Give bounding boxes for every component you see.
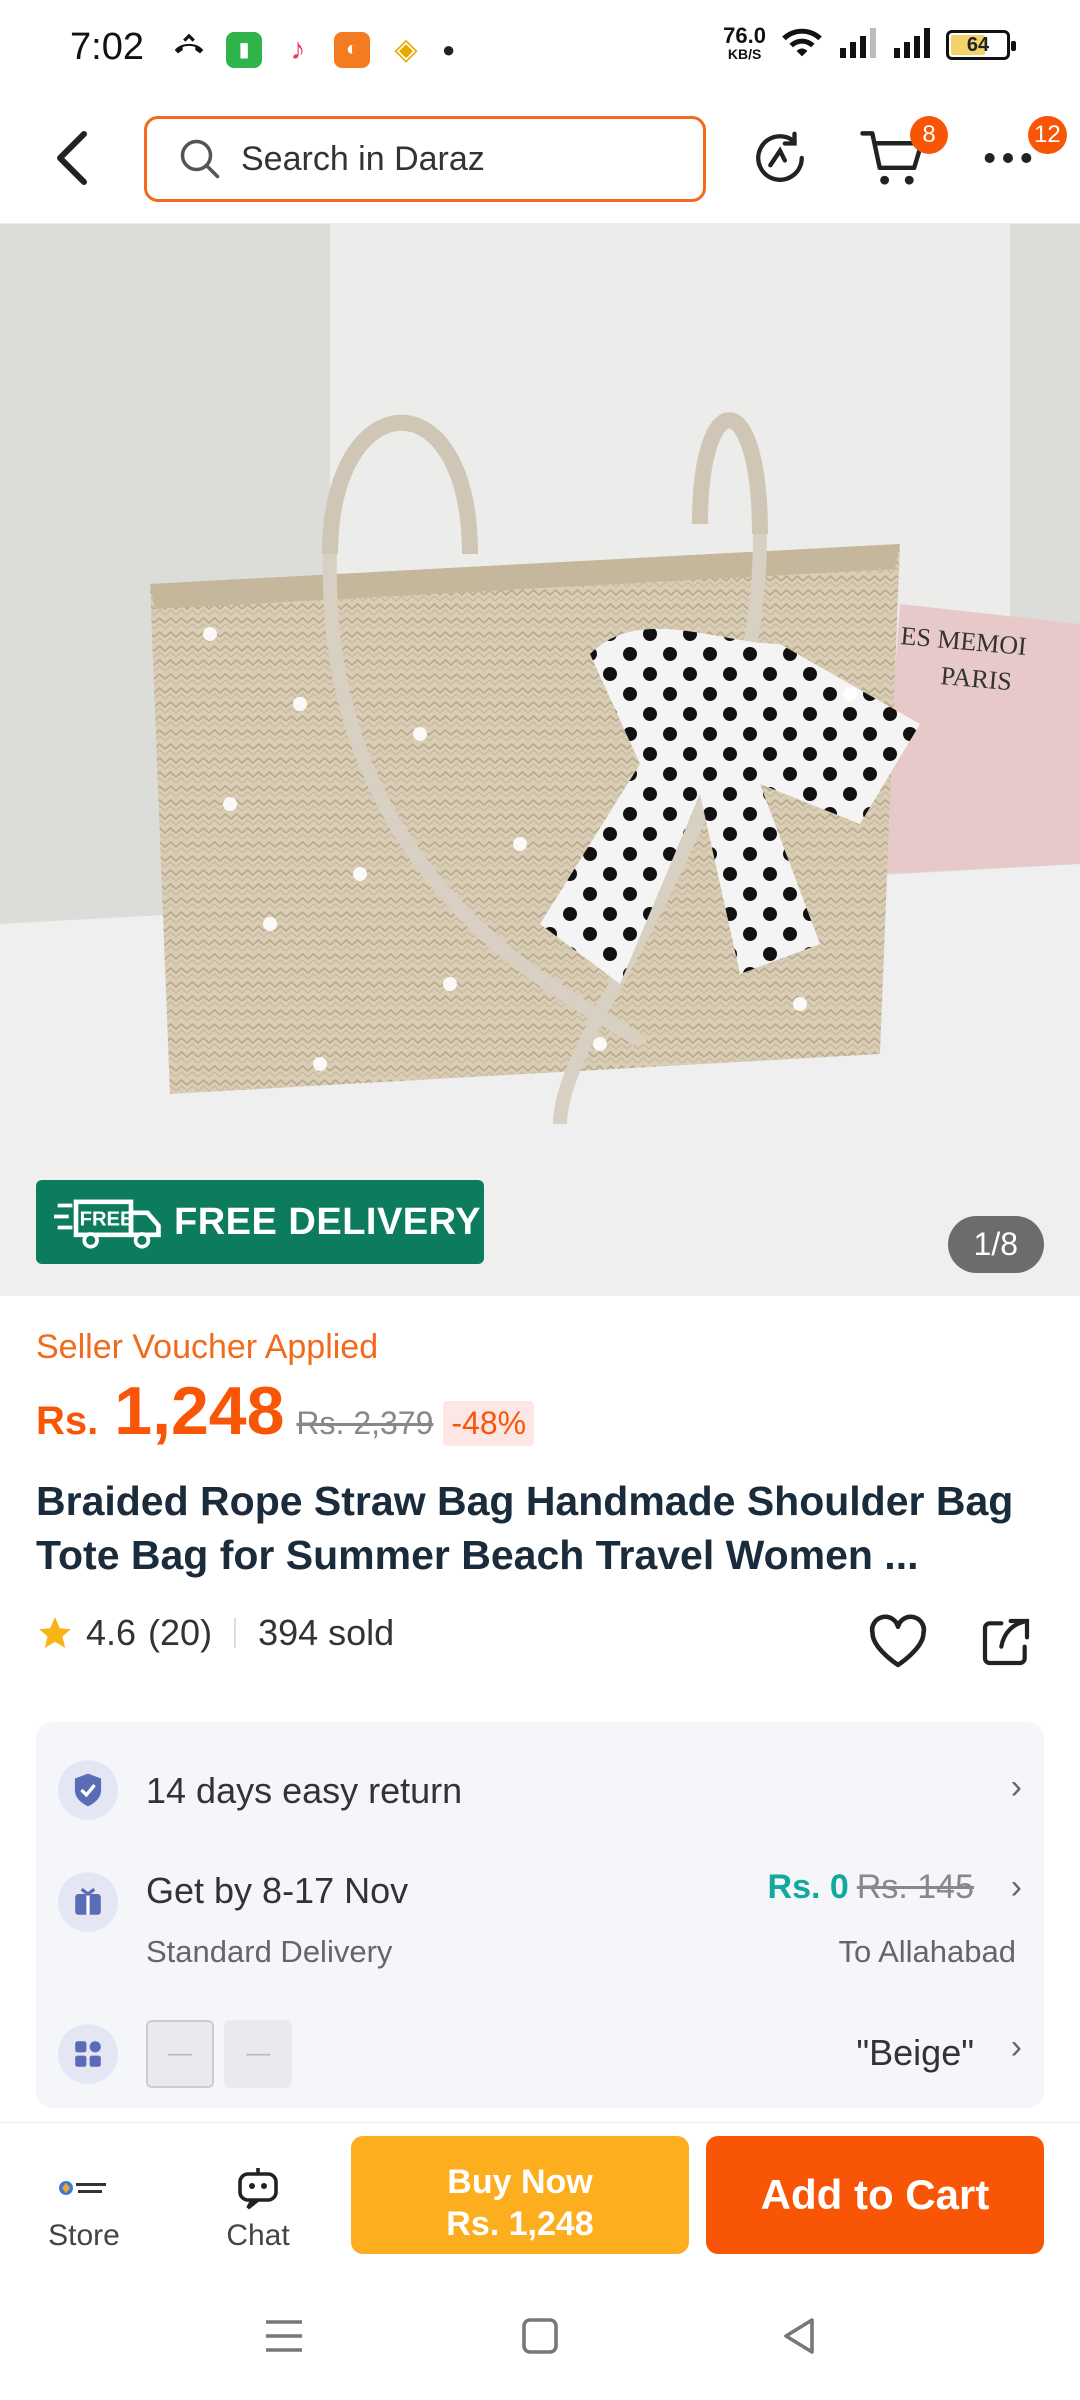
shipping-fee-original: Rs. 145 bbox=[856, 1868, 974, 1906]
return-policy-label: 14 days easy return bbox=[146, 1770, 463, 1811]
share-button[interactable] bbox=[970, 1606, 1042, 1678]
share-icon bbox=[982, 1618, 1030, 1666]
chat-button[interactable]: Chat bbox=[188, 2163, 328, 2253]
original-price: Rs. 2,379 bbox=[296, 1405, 434, 1441]
buy-now-button[interactable]: Buy Now Rs. 1,248 bbox=[351, 2136, 689, 2254]
history-icon bbox=[756, 131, 804, 182]
return-shield-icon bbox=[58, 1760, 118, 1820]
delivery-box-icon bbox=[58, 1872, 118, 1932]
chevron-right-icon: › bbox=[1010, 1868, 1022, 1906]
notification-icons: ▮ ♪ ◐ ◈ ● bbox=[170, 28, 455, 71]
history-button[interactable] bbox=[744, 122, 816, 194]
add-to-cart-button[interactable]: Add to Cart bbox=[706, 2136, 1044, 2254]
product-photo: ES MEMOI PARIS bbox=[0, 224, 1080, 1296]
more-badge: 12 bbox=[1028, 116, 1067, 154]
free-delivery-label: FREE DELIVERY bbox=[174, 1200, 482, 1243]
heart-icon bbox=[869, 1614, 927, 1668]
buy-now-label: Buy Now bbox=[447, 2163, 593, 2201]
system-nav-bar bbox=[0, 2272, 1080, 2400]
cart-badge: 8 bbox=[910, 116, 948, 154]
delivery-type: Standard Delivery bbox=[146, 1934, 393, 1969]
cart-button[interactable]: 8 bbox=[856, 116, 948, 194]
variant-thumbnail[interactable]: — bbox=[224, 2020, 292, 2088]
delivery-destination: To Allahabad bbox=[838, 1934, 1016, 1969]
price-currency: Rs. bbox=[36, 1399, 99, 1443]
chat-label: Chat bbox=[226, 2219, 290, 2252]
store-label: Store bbox=[48, 2219, 120, 2252]
rating-count: (20) bbox=[148, 1612, 213, 1653]
delivery-truck-icon: FREE bbox=[54, 1199, 161, 1249]
services-card: 14 days easy return › Get by 8-17 Nov St… bbox=[36, 1722, 1044, 2108]
chevron-right-icon: › bbox=[1010, 2028, 1022, 2066]
product-title: Braided Rope Straw Bag Handmade Shoulder… bbox=[36, 1478, 1014, 1578]
home-icon bbox=[522, 2318, 558, 2354]
chat-bot-icon bbox=[188, 2163, 328, 2213]
variant-thumbnail[interactable]: — bbox=[146, 2020, 214, 2088]
search-icon bbox=[180, 139, 220, 179]
more-notifications-icon: ● bbox=[442, 36, 456, 62]
battery-icon: 64 bbox=[946, 29, 1016, 60]
status-bar: 7:02 ▮ ♪ ◐ ◈ ● 76.0 KB/S 64 bbox=[0, 0, 1080, 96]
back-button[interactable] bbox=[40, 126, 104, 190]
back-arrow-icon bbox=[57, 131, 87, 185]
rating-row[interactable]: 4.6 (20) 394 sold bbox=[36, 1612, 394, 1654]
phone-icon bbox=[170, 28, 208, 71]
svg-text:FREE: FREE bbox=[80, 1209, 134, 1231]
sold-count: 394 sold bbox=[258, 1612, 395, 1653]
voucher-label[interactable]: Seller Voucher Applied bbox=[36, 1328, 378, 1367]
price-row: Rs. 1,248 Rs. 2,379 -48% bbox=[36, 1372, 535, 1450]
store-button[interactable]: Store bbox=[14, 2163, 154, 2253]
daraz-icon: ◐ bbox=[334, 31, 370, 68]
rating-value: 4.6 bbox=[86, 1612, 137, 1653]
price-value: 1,248 bbox=[114, 1373, 285, 1449]
wifi-icon bbox=[780, 24, 824, 65]
tiktok-icon: ♪ bbox=[280, 31, 316, 68]
bottom-action-bar: Store Chat Buy Now Rs. 1,248 Add to Cart bbox=[0, 2122, 1080, 2272]
star-icon bbox=[39, 1617, 71, 1648]
chevron-right-icon: › bbox=[1010, 1768, 1022, 1806]
search-input[interactable]: Search in Daraz bbox=[144, 116, 706, 202]
discount-badge: -48% bbox=[443, 1401, 535, 1446]
buy-now-price: Rs. 1,248 bbox=[446, 2205, 594, 2243]
shipping-fee-current: Rs. 0 bbox=[767, 1868, 849, 1906]
variants-grid-icon bbox=[58, 2024, 118, 2084]
free-delivery-tag: FREE FREE DELIVERY bbox=[36, 1180, 484, 1264]
binance-icon: ◈ bbox=[388, 31, 424, 68]
svg-text:PARIS: PARIS bbox=[939, 661, 1013, 696]
search-placeholder: Search in Daraz bbox=[241, 139, 485, 178]
image-counter: 1/8 bbox=[947, 1216, 1044, 1273]
signal-icon bbox=[838, 26, 878, 63]
product-image-gallery[interactable]: ES MEMOI PARIS FREE FREE DELIVERY 1/8 bbox=[0, 224, 1080, 1296]
menu-icon bbox=[266, 2320, 302, 2352]
more-button[interactable]: 12 bbox=[972, 116, 1067, 194]
store-logo-icon bbox=[14, 2163, 154, 2213]
menu-button[interactable] bbox=[256, 2308, 312, 2364]
delivery-estimate: Get by 8-17 Nov bbox=[146, 1870, 409, 1911]
signal-icon bbox=[892, 26, 932, 63]
divider bbox=[234, 1618, 237, 1648]
shipping-fee: Rs. 0 Rs. 145 bbox=[768, 1868, 974, 1907]
status-time: 7:02 bbox=[70, 26, 144, 68]
app-icon: ▮ bbox=[226, 31, 262, 68]
back-triangle-icon bbox=[784, 2318, 814, 2354]
wishlist-button[interactable] bbox=[862, 1606, 934, 1678]
back-nav-button[interactable] bbox=[772, 2308, 828, 2364]
selected-variant: "Beige" bbox=[856, 2032, 974, 2073]
top-nav: Search in Daraz 8 12 bbox=[0, 96, 1080, 224]
home-button[interactable] bbox=[512, 2308, 568, 2364]
more-icon bbox=[984, 153, 1032, 163]
system-icons: 76.0 KB/S 64 bbox=[723, 22, 1016, 65]
net-speed: 76.0 KB/S bbox=[723, 22, 766, 62]
